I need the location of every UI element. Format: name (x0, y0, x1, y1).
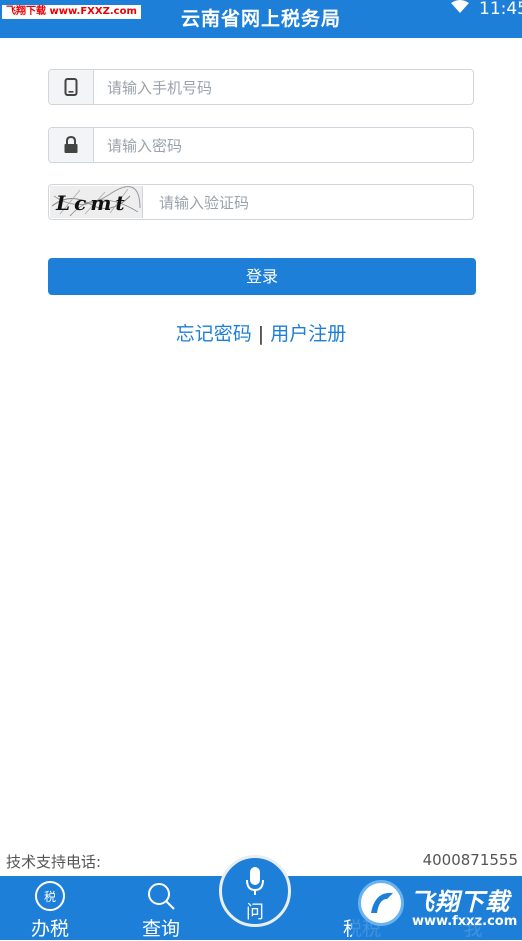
microphone-icon (246, 867, 264, 895)
lock-icon (64, 136, 78, 153)
captcha-text: Lcmt (56, 191, 129, 215)
captcha-field[interactable]: Lcmt (48, 184, 474, 221)
logo-circle-icon (358, 880, 404, 926)
logo-url: www.fxxz.com (412, 914, 518, 929)
forgot-password-link[interactable]: 忘记密码 (176, 323, 252, 345)
tab-label: 办税 (30, 918, 69, 940)
tab-query[interactable]: 查询 (116, 876, 206, 940)
tab-handle-tax[interactable]: 税 办税 (5, 876, 95, 940)
tax-seal-icon: 税 (35, 881, 65, 911)
tab-label: 查询 (141, 918, 180, 940)
password-addon (49, 128, 94, 162)
register-link[interactable]: 用户注册 (270, 323, 346, 345)
phone-field[interactable] (48, 69, 474, 106)
password-input[interactable] (105, 128, 459, 164)
support-label: 技术支持电话: (6, 853, 102, 871)
phone-addon (49, 70, 94, 104)
login-button[interactable]: 登录 (48, 258, 476, 295)
search-icon (148, 883, 175, 910)
logo-text: 飞翔下载 (410, 888, 510, 916)
svg-text:税: 税 (44, 890, 56, 904)
captcha-input[interactable] (157, 185, 461, 221)
ask-label: 问 (246, 902, 264, 923)
wifi-icon (451, 0, 469, 13)
site-logo-watermark: 飞翔下载 www.fxxz.com (352, 878, 520, 938)
app-header: 飞翔下载 www.FXXZ.com 云南省网上税务局 11:45 (0, 0, 522, 38)
password-field[interactable] (48, 127, 474, 164)
link-separator: | (257, 323, 265, 345)
phone-input[interactable] (105, 70, 459, 106)
status-time: 11:45 (479, 0, 522, 19)
ask-microphone-button[interactable]: 问 (219, 855, 291, 927)
mobile-phone-icon (64, 78, 78, 96)
support-phone: 4000871555 (422, 851, 518, 869)
account-links: 忘记密码 | 用户注册 (0, 319, 522, 346)
page-title: 云南省网上税务局 (180, 8, 341, 30)
captcha-image[interactable]: Lcmt (50, 186, 143, 218)
